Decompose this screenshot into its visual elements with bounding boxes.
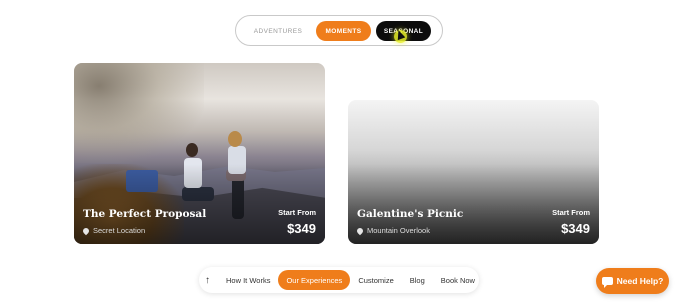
bottom-nav: ↑ How It Works Our Experiences Customize… <box>199 267 479 293</box>
card-location: Secret Location <box>81 226 146 235</box>
need-help-button[interactable]: Need Help? <box>596 268 669 294</box>
chat-icon <box>601 277 613 288</box>
start-from-label: Start From <box>552 208 590 217</box>
nav-our-experiences[interactable]: Our Experiences <box>278 270 351 290</box>
page: ADVENTURES MOMENTS SEASONAL The Perfect … <box>0 0 680 303</box>
nav-how-it-works[interactable]: How It Works <box>218 270 278 290</box>
card-price: $349 <box>561 221 590 236</box>
card-location: Mountain Overlook <box>355 226 430 235</box>
start-from-label: Start From <box>278 208 316 217</box>
experience-card-picnic[interactable]: Galentine's Picnic Mountain Overlook Sta… <box>348 100 599 244</box>
tab-adventures[interactable]: ADVENTURES <box>250 21 306 41</box>
map-pin-icon <box>355 226 365 235</box>
nav-customize[interactable]: Customize <box>350 270 401 290</box>
need-help-label: Need Help? <box>616 276 664 286</box>
card-title: Galentine's Picnic <box>357 208 464 220</box>
location-label: Mountain Overlook <box>367 226 430 235</box>
category-tabs: ADVENTURES MOMENTS SEASONAL <box>235 15 443 46</box>
tab-moments[interactable]: MOMENTS <box>316 21 371 41</box>
location-label: Secret Location <box>93 226 146 235</box>
experience-card-proposal[interactable]: The Perfect Proposal Secret Location Sta… <box>74 63 325 244</box>
card-price: $349 <box>287 221 316 236</box>
tab-seasonal[interactable]: SEASONAL <box>376 21 431 41</box>
map-pin-icon <box>81 226 91 235</box>
card-title: The Perfect Proposal <box>83 208 207 220</box>
nav-blog[interactable]: Blog <box>402 270 433 290</box>
arrow-up-icon[interactable]: ↑ <box>205 271 210 289</box>
nav-book-now[interactable]: Book Now <box>433 270 483 290</box>
